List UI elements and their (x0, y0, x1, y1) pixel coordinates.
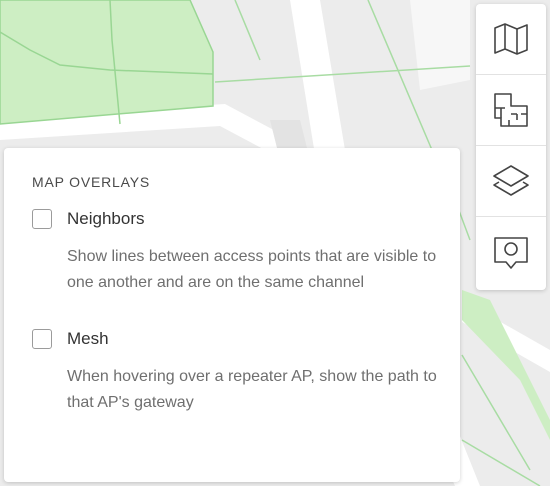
overlay-option-neighbors: Neighbors Show lines between access poin… (32, 209, 460, 296)
park-area (0, 0, 214, 125)
layers-button[interactable] (476, 146, 546, 217)
mesh-label[interactable]: Mesh (67, 329, 109, 349)
panel-title: MAP OVERLAYS (32, 174, 151, 190)
map-view-button[interactable] (476, 4, 546, 75)
neighbors-label[interactable]: Neighbors (67, 209, 145, 229)
mesh-checkbox[interactable] (32, 329, 52, 349)
layers-icon (493, 165, 529, 196)
location-button[interactable] (476, 217, 546, 290)
neighbors-description: Show lines between access points that ar… (67, 248, 437, 291)
map-icon (494, 23, 528, 55)
option-row[interactable]: Neighbors (32, 209, 460, 229)
overlay-option-mesh: Mesh When hovering over a repeater AP, s… (32, 329, 460, 416)
map-overlays-panel: MAP OVERLAYS Neighbors Show lines betwee… (4, 148, 460, 482)
floor-plan-icon (494, 93, 528, 127)
floor-plan-button[interactable] (476, 75, 546, 146)
neighbors-checkbox[interactable] (32, 209, 52, 229)
mesh-description: When hovering over a repeater AP, show t… (67, 368, 437, 411)
road (410, 0, 470, 90)
map-toolbar (476, 4, 546, 290)
location-pin-icon (494, 236, 528, 269)
option-row[interactable]: Mesh (32, 329, 460, 349)
